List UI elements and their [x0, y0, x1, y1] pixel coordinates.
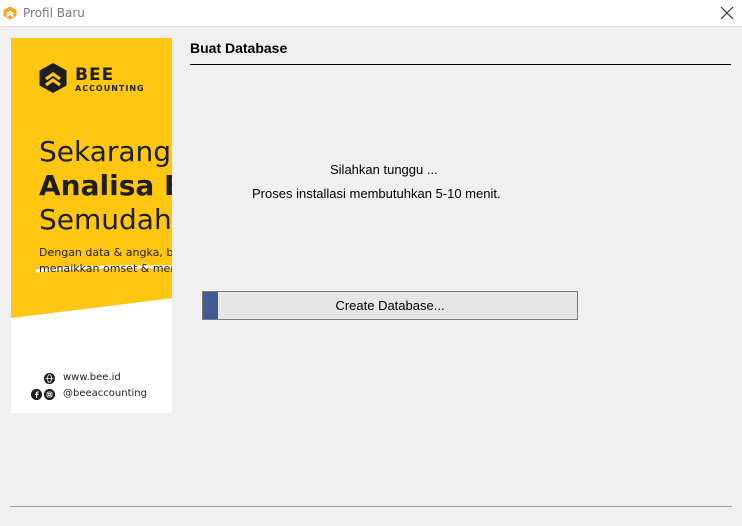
bee-app-icon	[3, 6, 17, 20]
progress-label: Create Database...	[335, 298, 445, 313]
instagram-icon	[44, 389, 55, 400]
headline-line-3: Semudah	[39, 203, 172, 236]
wait-message: Silahkan tunggu ...	[330, 162, 438, 177]
social-handle: @beeaccounting	[63, 388, 147, 399]
website-link: www.bee.id	[63, 372, 121, 383]
headline-line-2: Analisa B	[39, 169, 172, 202]
bee-logo-icon	[39, 63, 67, 93]
globe-icon	[44, 373, 55, 384]
footer-divider	[10, 506, 732, 507]
banner-description-1: Dengan data & angka, bik	[39, 246, 172, 259]
brand-subtitle: ACCOUNTING	[75, 84, 145, 93]
banner-description-2: menaikkan omset & men	[39, 262, 172, 275]
title-divider	[190, 64, 731, 65]
page-title: Buat Database	[190, 40, 288, 56]
facebook-icon	[31, 389, 42, 400]
window-title: Profil Baru	[23, 6, 85, 20]
headline-line-1: Sekarang	[39, 135, 172, 168]
dialog-content: BEE ACCOUNTING Sekarang Analisa B Semuda…	[0, 28, 742, 526]
title-bar: Profil Baru	[0, 0, 742, 27]
brand-name: BEE	[75, 65, 115, 85]
close-icon[interactable]	[718, 4, 736, 22]
promo-banner: BEE ACCOUNTING Sekarang Analisa B Semuda…	[11, 38, 172, 413]
install-duration-message: Proses installasi membutuhkan 5-10 menit…	[252, 186, 501, 201]
progress-bar: Create Database...	[202, 291, 578, 320]
